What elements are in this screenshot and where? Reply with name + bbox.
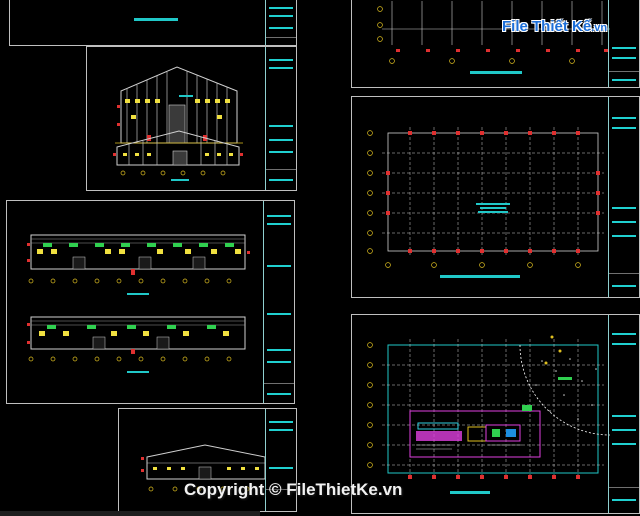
logo-main: File Thiết Kế <box>502 18 592 35</box>
column-grid-plan-sheet[interactable] <box>351 96 640 298</box>
sheet-caption <box>134 18 178 21</box>
long-elevations-sheet[interactable] <box>6 200 295 404</box>
copyright-watermark: Copyright © FileThietKe.vn <box>184 480 403 499</box>
title-block <box>265 0 296 45</box>
title-block <box>265 47 296 190</box>
title-block <box>608 97 639 297</box>
logo-text: File Thiết Kế.vn <box>502 18 607 35</box>
bottom-strip <box>0 511 260 516</box>
top-left-sheet[interactable] <box>9 0 297 46</box>
long-elevations-drawing <box>27 234 250 373</box>
title-block <box>608 315 639 513</box>
gable-elevations-sheet[interactable] <box>86 46 297 191</box>
column-grid-plan-drawing <box>367 127 604 278</box>
logo-suffix: .vn <box>591 22 608 34</box>
filethietke-logo: File Thiết Kế.vn <box>498 10 616 46</box>
title-block <box>263 201 294 403</box>
